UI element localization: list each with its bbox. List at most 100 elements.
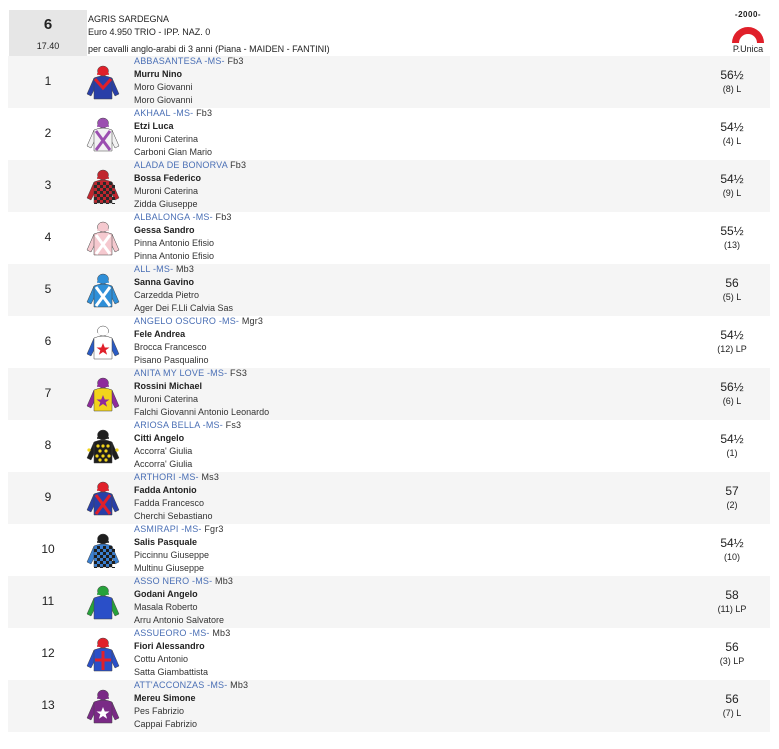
jockey-silk-icon bbox=[86, 376, 120, 412]
horse-name[interactable]: ALADA DE BONORVA Fb3 bbox=[134, 160, 246, 170]
race-time: 17.40 bbox=[36, 41, 60, 51]
horse-name-text: ATT'ACCONZAS -MS- bbox=[134, 680, 228, 690]
owner-name: Muroni Caterina bbox=[134, 394, 199, 404]
horse-name[interactable]: ARTHORI -MS- Ms3 bbox=[134, 472, 219, 482]
runner-row: 7 ANITA MY LOVE -MS- FS3 Rossini Michael… bbox=[8, 368, 770, 420]
horse-name[interactable]: ABBASANTESA -MS- Fb3 bbox=[134, 56, 244, 66]
horse-name-text: ANGELO OSCURO -MS- bbox=[134, 316, 240, 326]
horse-name-text: AKHAAL -MS- bbox=[134, 108, 194, 118]
jockey-name: Etzi Luca bbox=[134, 121, 174, 131]
horse-name-text: ANITA MY LOVE -MS- bbox=[134, 368, 228, 378]
runner-post: (1) bbox=[726, 448, 738, 458]
runner-number: 6 bbox=[44, 334, 52, 348]
horse-name[interactable]: ARIOSA BELLA -MS- Fs3 bbox=[134, 420, 241, 430]
owner-name: Pinna Antonio Efisio bbox=[134, 238, 215, 248]
horse-name-text: ALADA DE BONORVA bbox=[134, 160, 228, 170]
runner-weight: 54½ bbox=[720, 120, 744, 134]
runner-number: 13 bbox=[41, 698, 55, 712]
runner-number: 1 bbox=[44, 74, 52, 88]
horse-info: Fb3 bbox=[196, 108, 213, 118]
horse-info: Mb3 bbox=[212, 628, 231, 638]
runner-row: 9 ARTHORI -MS- Ms3 Fadda Antonio Fadda F… bbox=[8, 472, 770, 524]
jockey-silk-icon bbox=[86, 688, 120, 724]
runner-row: 5 ALL -MS- Mb3 Sanna Gavino Carzedda Pie… bbox=[8, 264, 770, 316]
race-number-box: 6 17.40 bbox=[9, 10, 87, 56]
trainer-name: Accorra' Giulia bbox=[134, 459, 193, 469]
horse-name-text: ABBASANTESA -MS- bbox=[134, 56, 225, 66]
runner-row: 8 ARIOSA BELLA -MS- Fs3 Citti Angelo Acc… bbox=[8, 420, 770, 472]
race-header: 6 17.40 AGRIS SARDEGNA Euro 4.950 TRIO -… bbox=[8, 10, 770, 56]
runner-row: 13 ATT'ACCONZAS -MS- Mb3 Mereu Simone Pe… bbox=[8, 680, 770, 732]
runner-post: (4) L bbox=[722, 136, 742, 146]
horse-info: Mgr3 bbox=[241, 316, 264, 326]
runner-row: 11 ASSO NERO -MS- Mb3 Godani Angelo Masa… bbox=[8, 576, 770, 628]
jockey-name: Citti Angelo bbox=[134, 433, 185, 443]
runner-weight: 56 bbox=[725, 276, 739, 290]
race-prize: Euro 4.950 TRIO - IPP. NAZ. 0 bbox=[88, 27, 211, 37]
owner-name: Accorra' Giulia bbox=[134, 446, 193, 456]
horse-name-text: ARTHORI -MS- bbox=[134, 472, 199, 482]
horse-name[interactable]: ASMIRAPI -MS- Fgr3 bbox=[134, 524, 224, 534]
runner-number: 12 bbox=[41, 646, 55, 660]
jockey-name: Rossini Michael bbox=[134, 381, 203, 391]
runner-list: 1 ABBASANTESA -MS- Fb3 Murru Nino Moro G… bbox=[8, 56, 770, 732]
jockey-silk-icon bbox=[86, 480, 120, 516]
horse-name[interactable]: AKHAAL -MS- Fb3 bbox=[134, 108, 212, 118]
runner-row: 1 ABBASANTESA -MS- Fb3 Murru Nino Moro G… bbox=[8, 56, 770, 108]
runner-post: (5) L bbox=[722, 292, 742, 302]
trainer-name: Arru Antonio Salvatore bbox=[134, 615, 225, 625]
runner-post: (11) LP bbox=[717, 604, 747, 614]
track-label: P.Unica bbox=[732, 44, 764, 54]
horse-name[interactable]: ASSO NERO -MS- Mb3 bbox=[134, 576, 233, 586]
trainer-name: Moro Giovanni bbox=[134, 95, 193, 105]
horse-name-text: ASSUEORO -MS- bbox=[134, 628, 210, 638]
jockey-silk-icon bbox=[86, 220, 120, 256]
jockey-silk-icon bbox=[86, 272, 120, 308]
trainer-name: Multinu Giuseppe bbox=[134, 563, 205, 573]
jockey-name: Fele Andrea bbox=[134, 329, 186, 339]
jockey-name: Fadda Antonio bbox=[134, 485, 197, 495]
horse-info: Fgr3 bbox=[204, 524, 224, 534]
race-number: 6 bbox=[43, 16, 53, 33]
horse-name[interactable]: ALBALONGA -MS- Fb3 bbox=[134, 212, 232, 222]
runner-weight: 58 bbox=[725, 588, 739, 602]
runner-number: 2 bbox=[44, 126, 52, 140]
horse-name[interactable]: ALL -MS- Mb3 bbox=[134, 264, 194, 274]
horse-name-text: ASSO NERO -MS- bbox=[134, 576, 213, 586]
horse-info: Fb3 bbox=[215, 212, 232, 222]
horse-info: Mb3 bbox=[230, 680, 249, 690]
jockey-silk-icon bbox=[86, 168, 120, 206]
jockey-name: Mereu Simone bbox=[134, 693, 196, 703]
runner-number: 9 bbox=[44, 490, 52, 504]
horse-name-text: ASMIRAPI -MS- bbox=[134, 524, 202, 534]
runner-post: (2) bbox=[726, 500, 738, 510]
horse-name[interactable]: ANGELO OSCURO -MS- Mgr3 bbox=[134, 316, 263, 326]
trainer-name: Falchi Giovanni Antonio Leonardo bbox=[134, 407, 270, 417]
runner-post: (8) L bbox=[722, 84, 742, 94]
track-year: -2000- bbox=[734, 10, 762, 19]
jockey-name: Bossa Federico bbox=[134, 173, 202, 183]
horse-info: FS3 bbox=[230, 368, 248, 378]
runner-row: 6 ANGELO OSCURO -MS- Mgr3 Fele Andrea Br… bbox=[8, 316, 770, 368]
trainer-name: Satta Giambattista bbox=[134, 667, 209, 677]
runner-weight: 56½ bbox=[720, 68, 744, 82]
trainer-name: Carboni Gian Mario bbox=[134, 147, 213, 157]
horse-name[interactable]: ANITA MY LOVE -MS- FS3 bbox=[134, 368, 247, 378]
runner-number: 11 bbox=[41, 594, 55, 608]
owner-name: Masala Roberto bbox=[134, 602, 198, 612]
horse-name[interactable]: ATT'ACCONZAS -MS- Mb3 bbox=[134, 680, 248, 690]
runner-row: 12 ASSUEORO -MS- Mb3 Fiori Alessandro Co… bbox=[8, 628, 770, 680]
horse-name-text: ARIOSA BELLA -MS- bbox=[134, 420, 223, 430]
runner-number: 4 bbox=[44, 230, 52, 244]
jockey-name: Murru Nino bbox=[134, 69, 182, 79]
race-card: 6 17.40 AGRIS SARDEGNA Euro 4.950 TRIO -… bbox=[0, 0, 779, 749]
horse-info: Mb3 bbox=[175, 264, 195, 274]
horse-name[interactable]: ASSUEORO -MS- Mb3 bbox=[134, 628, 230, 638]
runner-weight: 56 bbox=[725, 640, 739, 654]
jockey-silk-icon bbox=[86, 116, 120, 152]
owner-name: Muroni Caterina bbox=[134, 186, 199, 196]
jockey-name: Fiori Alessandro bbox=[134, 641, 205, 651]
horse-name-text: ALBALONGA -MS- bbox=[134, 212, 213, 222]
owner-name: Cottu Antonio bbox=[134, 654, 189, 664]
trainer-name: Pisano Pasqualino bbox=[134, 355, 209, 365]
